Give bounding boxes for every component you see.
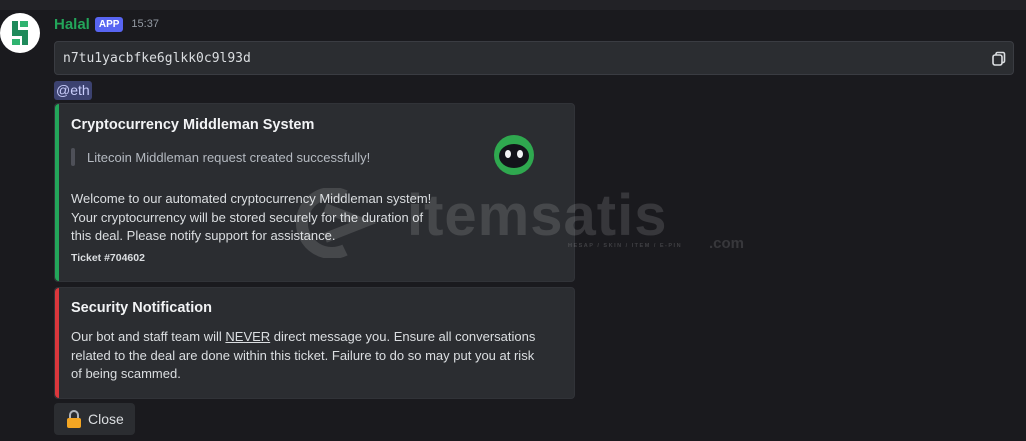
close-button[interactable]: Close [54, 403, 135, 435]
description-line: Our bot and staff team will NEVER direct… [71, 328, 535, 347]
quote-bar [71, 148, 75, 166]
description-line: Your cryptocurrency will be stored secur… [71, 209, 424, 225]
close-button-label: Close [88, 411, 124, 427]
avatar[interactable] [0, 13, 40, 53]
quote-text: Litecoin Middleman request created succe… [87, 149, 371, 165]
user-mention[interactable]: @eth [54, 81, 92, 100]
embed-description: Our bot and staff team will NEVER direct… [71, 328, 535, 384]
embed-accent-bar [55, 104, 59, 281]
description-line: Welcome to our automated cryptocurrency … [71, 191, 432, 206]
copy-icon[interactable] [991, 51, 1007, 67]
message-header: Halal APP 15:37 [54, 15, 159, 33]
message-timestamp: 15:37 [131, 18, 159, 30]
description-line: related to the deal are done within this… [71, 347, 535, 363]
code-text: n7tu1yacbfke6glkk0c9l93d [63, 50, 251, 66]
watermark-tagline: HESAP / SKIN / ITEM / E-PIN [568, 243, 683, 249]
middleman-embed: Cryptocurrency Middleman System Litecoin… [54, 103, 575, 282]
description-line: of being scammed. [71, 366, 181, 381]
watermark-suffix: .com [709, 235, 745, 252]
top-divider [0, 0, 1026, 10]
author-name[interactable]: Halal [54, 16, 90, 33]
embed-title: Cryptocurrency Middleman System [71, 117, 315, 133]
embed-footer: Ticket #704602 [71, 252, 145, 264]
description-line: this deal. Please notify support for ass… [71, 228, 336, 243]
embed-description: Welcome to our automated cryptocurrency … [71, 190, 431, 246]
app-badge: APP [94, 16, 124, 32]
embed-title: Security Notification [71, 300, 212, 316]
text-span: direct message you. Ensure all conversat… [270, 329, 536, 344]
embed-accent-bar [55, 288, 59, 398]
chat-view: Halal APP 15:37 n7tu1yacbfke6glkk0c9l93d… [0, 0, 1026, 441]
robot-face-icon[interactable] [493, 134, 535, 176]
embed-quote: Litecoin Middleman request created succe… [71, 148, 370, 166]
text-span: Our bot and staff team will [71, 329, 226, 344]
lock-icon [67, 410, 81, 428]
security-embed: Security Notification Our bot and staff … [54, 287, 575, 399]
halal-s-logo-icon [12, 21, 28, 45]
emphasis-text: NEVER [225, 329, 271, 344]
code-block: n7tu1yacbfke6glkk0c9l93d [54, 41, 1014, 75]
